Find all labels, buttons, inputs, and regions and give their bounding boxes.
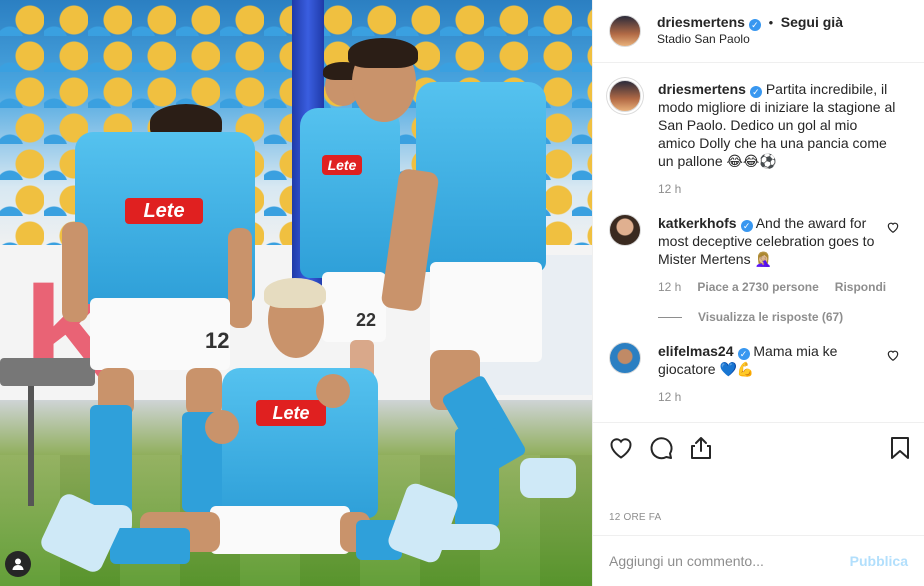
add-comment-bar: Pubblica xyxy=(593,535,924,586)
comment-time[interactable]: 12 h xyxy=(658,388,681,406)
comment-likes[interactable]: Piace a 2730 persone xyxy=(697,278,818,296)
instagram-post: K Lete 22 Lete 12 Lete driesmertens ✓ • … xyxy=(0,0,924,586)
heart-icon[interactable] xyxy=(886,220,900,234)
action-bar xyxy=(593,422,924,472)
caption-time[interactable]: 12 h xyxy=(658,180,681,198)
verified-badge-icon: ✓ xyxy=(740,220,753,232)
comment-icon[interactable] xyxy=(648,435,674,461)
bookmark-icon[interactable] xyxy=(887,435,913,461)
comment-item: katkerkhofs ✓ And the award for most dece… xyxy=(609,214,908,326)
verified-badge-icon: ✓ xyxy=(737,348,750,360)
separator-dot: • xyxy=(768,15,774,30)
shirt-number: 12 xyxy=(205,328,230,353)
sponsor-logo: Lete xyxy=(125,198,203,224)
verified-badge-icon: ✓ xyxy=(749,86,762,98)
verified-badge-icon: ✓ xyxy=(748,19,761,31)
heart-icon[interactable] xyxy=(886,348,900,362)
publish-button[interactable]: Pubblica xyxy=(850,553,908,569)
location-link[interactable]: Stadio San Paolo xyxy=(657,31,843,48)
author-username[interactable]: driesmertens xyxy=(657,14,745,30)
user-tag-icon[interactable] xyxy=(5,551,31,577)
post-header: driesmertens ✓ • Segui già Stadio San Pao… xyxy=(593,0,924,63)
comment-username[interactable]: elifelmas24 xyxy=(658,343,734,359)
sponsor-logo: Lete xyxy=(256,400,326,426)
comment-time[interactable]: 12 h xyxy=(658,278,681,296)
camera-tripod xyxy=(28,386,34,506)
replies-line xyxy=(658,316,682,318)
follow-status-button[interactable]: Segui già xyxy=(781,14,843,30)
view-replies-label: Visualizza le risposte (67) xyxy=(698,310,844,324)
comments-list[interactable]: driesmertens ✓ Partita incredibile, il mo… xyxy=(593,64,924,422)
reply-button[interactable]: Rispondi xyxy=(835,278,886,296)
share-icon[interactable] xyxy=(688,435,714,461)
avatar[interactable] xyxy=(609,80,641,112)
heart-icon[interactable] xyxy=(608,435,634,461)
comment-item: elifelmas24 ✓ Mama mia ke giocatore 💙💪 12… xyxy=(609,342,908,406)
post-photo[interactable]: K Lete 22 Lete 12 Lete xyxy=(0,0,592,586)
avatar[interactable] xyxy=(609,15,641,47)
sponsor-logo: Lete xyxy=(322,155,362,175)
comment-input[interactable] xyxy=(609,553,850,569)
comment-username[interactable]: katkerkhofs xyxy=(658,215,737,231)
post-sidebar: driesmertens ✓ • Segui già Stadio San Pao… xyxy=(592,0,924,586)
tv-camera xyxy=(0,358,95,386)
avatar[interactable] xyxy=(609,342,641,374)
view-replies-button[interactable]: Visualizza le risposte (67) xyxy=(658,308,898,326)
post-timestamp[interactable]: 12 ORE FA xyxy=(609,512,661,523)
shirt-number: 22 xyxy=(356,310,377,330)
avatar[interactable] xyxy=(609,214,641,246)
caption-username[interactable]: driesmertens xyxy=(658,81,746,97)
caption: driesmertens ✓ Partita incredibile, il mo… xyxy=(609,80,908,198)
